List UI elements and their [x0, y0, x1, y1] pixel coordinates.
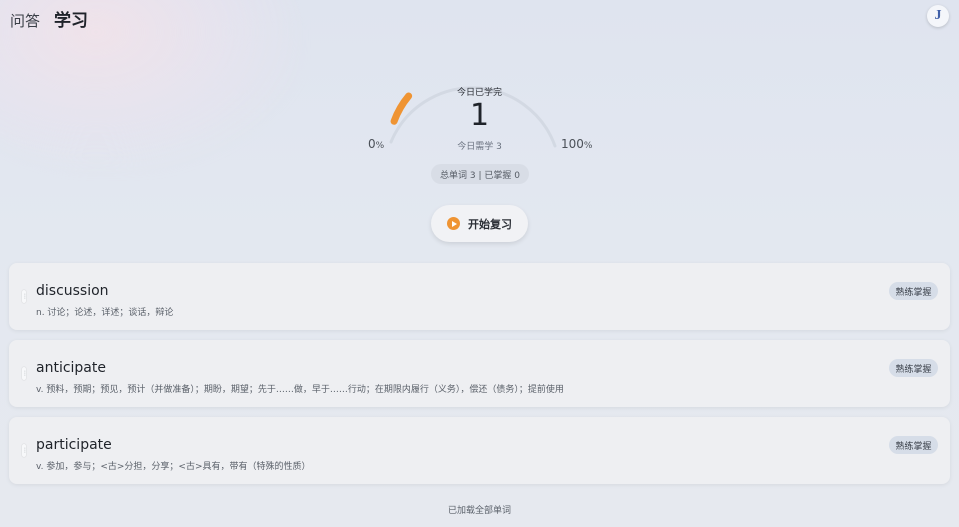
progress-max-label: 100%	[561, 137, 592, 151]
word-summary-pill: 总单词 3 | 已掌握 0	[431, 164, 529, 184]
word-definition: v. 参加，参与；<古>分担，分享；<古>具有，带有（特殊的性质）	[36, 462, 311, 472]
progress-title: 今日已学完	[456, 88, 502, 98]
drag-handle-icon[interactable]: ⋮	[22, 290, 28, 303]
word-card[interactable]: ⋮ anticipate v. 预料，预期；预见，预计（并做准备）；期盼，期望；…	[9, 340, 950, 407]
progress-value: 1	[469, 98, 490, 133]
mastery-badge[interactable]: 熟练掌握	[889, 436, 938, 454]
drag-handle-icon[interactable]: ⋮	[22, 444, 28, 457]
progress-min-pct: %	[375, 141, 385, 151]
word-title: anticipate	[36, 360, 106, 376]
progress-min-label: 0%	[368, 137, 384, 151]
progress-subtitle: 今日需学 3	[457, 142, 502, 152]
word-card[interactable]: ⋮ discussion n. 讨论；论述，详述；谈话，辩论 熟练掌握	[9, 263, 950, 330]
play-icon	[447, 217, 460, 230]
word-definition: n. 讨论；论述，详述；谈话，辩论	[36, 308, 174, 318]
mastery-badge[interactable]: 熟练掌握	[889, 282, 938, 300]
progress-max-value: 100	[561, 137, 584, 151]
word-definition: v. 预料，预期；预见，预计（并做准备）；期盼，期望；先于……做，早于……行动；…	[36, 385, 564, 395]
mastery-badge[interactable]: 熟练掌握	[889, 359, 938, 377]
word-title: participate	[36, 437, 112, 453]
drag-handle-icon[interactable]: ⋮	[22, 367, 28, 380]
progress-max-pct: %	[583, 141, 593, 151]
loaded-all-footer: 已加载全部单词	[447, 506, 511, 516]
start-review-button[interactable]: 开始复习	[431, 205, 528, 242]
word-card[interactable]: ⋮ participate v. 参加，参与；<古>分担，分享；<古>具有，带有…	[9, 417, 950, 484]
start-review-label: 开始复习	[468, 217, 512, 231]
word-title: discussion	[36, 283, 109, 299]
progress-min-value: 0	[368, 137, 376, 151]
